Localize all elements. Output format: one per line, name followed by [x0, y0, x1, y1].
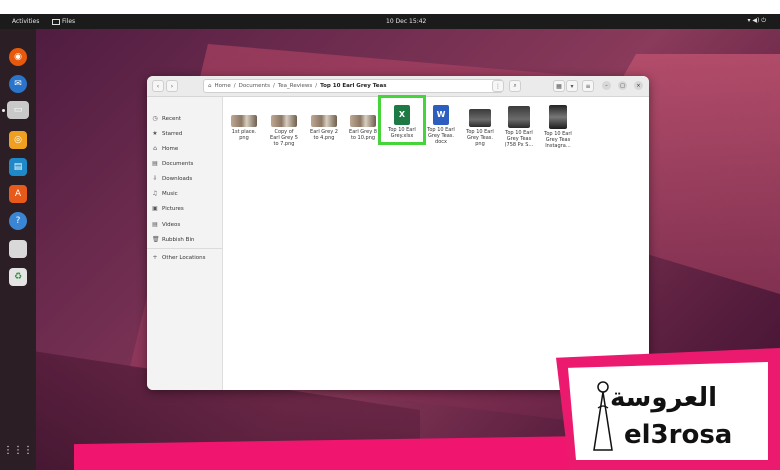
file-name: Top 10 Earl Grey Teas. png [466, 129, 494, 147]
file-item[interactable]: Top 10 Earl Grey Teas. png [461, 105, 499, 147]
view-toggle-button[interactable]: ▦ [553, 80, 565, 92]
back-button[interactable]: ‹ [152, 80, 164, 92]
plus-icon: + [152, 254, 158, 261]
software-icon[interactable]: A [9, 185, 27, 203]
maximize-button[interactable]: □ [618, 81, 627, 90]
home-icon: ⌂ [153, 145, 157, 152]
path-separator: / [315, 83, 318, 89]
image-thumbnail [469, 109, 491, 127]
sidebar-item-pictures[interactable]: ▣ Pictures [152, 205, 184, 212]
file-name: Top 10 Earl Grey Teas. docx [427, 127, 455, 145]
file-name: Top 10 Earl Grey Teas Instagra… [544, 131, 572, 149]
sidebar: ◷ Recent ★ Starred ⌂ Home ▤ Documents ⇩ Downl… [147, 97, 223, 390]
drive-icon[interactable] [9, 240, 27, 258]
path-home[interactable]: Home [215, 83, 231, 89]
sidebar-item-music[interactable]: ♫ Music [152, 190, 178, 197]
star-icon: ★ [152, 130, 158, 137]
file-name: Earl Grey 8 to 10.png [349, 129, 377, 141]
file-item[interactable]: W Top 10 Earl Grey Teas. docx [422, 105, 460, 145]
document-icon: ▤ [152, 160, 158, 167]
dock: ◉ ✉ ▭ ◎ ▤ A ? ♻ ⋮⋮⋮ [0, 29, 36, 470]
clock-icon: ◷ [152, 115, 158, 122]
system-tray[interactable]: ▾ ◀) ⏻ [747, 17, 766, 25]
path-documents[interactable]: Documents [239, 83, 270, 89]
image-thumbnail [350, 115, 376, 127]
sidebar-item-home[interactable]: ⌂ Home [152, 145, 178, 152]
sidebar-item-label: Other Locations [162, 254, 206, 261]
search-button[interactable]: ⌕ [509, 80, 521, 92]
app-menu[interactable]: Files [52, 18, 75, 25]
sidebar-item-starred[interactable]: ★ Starred [152, 130, 182, 137]
file-item[interactable]: Top 10 Earl Grey Teas Instagra… [539, 105, 577, 149]
path-separator: / [272, 83, 275, 89]
image-thumbnail [231, 115, 257, 127]
sidebar-item-videos[interactable]: ▤ Videos [152, 221, 180, 228]
close-button[interactable]: × [634, 81, 643, 90]
file-item[interactable]: 1st place. png [225, 105, 263, 141]
sidebar-item-label: Downloads [162, 175, 193, 182]
rhythmbox-icon[interactable]: ◎ [9, 131, 27, 149]
download-icon: ⇩ [152, 175, 158, 182]
clock[interactable]: 10 Dec 15:42 [386, 18, 426, 25]
sidebar-item-rubbish-bin[interactable]: 🗑 Rubbish Bin [152, 236, 194, 243]
image-thumbnail [508, 106, 530, 128]
music-icon: ♫ [152, 190, 158, 197]
path-bar[interactable]: ⌂ Home / Documents / Tea_Reviews / Top 1… [203, 79, 503, 93]
sidebar-item-label: Rubbish Bin [162, 236, 195, 243]
show-apps-icon[interactable]: ⋮⋮⋮ [3, 441, 33, 459]
header-bar: ‹ › ⌂ Home / Documents / Tea_Reviews / T… [147, 76, 649, 97]
file-name: Copy of Earl Grey 5 to 7.png [270, 129, 298, 147]
sidebar-item-label: Documents [162, 160, 194, 167]
file-name: 1st place. png [231, 129, 257, 141]
thunderbird-icon[interactable]: ✉ [9, 75, 27, 93]
app-name: Files [62, 18, 76, 25]
picture-icon: ▣ [152, 205, 158, 212]
file-view: 1st place. png Copy of Earl Grey 5 to 7.… [223, 97, 649, 390]
sidebar-item-label: Videos [162, 221, 181, 228]
file-item[interactable]: Copy of Earl Grey 5 to 7.png [265, 105, 303, 147]
firefox-icon[interactable]: ◉ [9, 48, 27, 66]
path-tea-reviews[interactable]: Tea_Reviews [278, 83, 312, 89]
file-item[interactable]: Earl Grey 8 to 10.png [344, 105, 382, 141]
video-icon: ▤ [152, 221, 158, 228]
path-current[interactable]: Top 10 Earl Grey Teas [320, 83, 386, 89]
sidebar-item-recent[interactable]: ◷ Recent [152, 115, 181, 122]
top-bar: Activities Files 10 Dec 15:42 ▾ ◀) ⏻ [0, 14, 780, 29]
watermark-latin: el3rosa [624, 420, 733, 450]
minimize-button[interactable]: – [602, 81, 611, 90]
menu-button[interactable]: ≡ [582, 80, 594, 92]
sidebar-item-downloads[interactable]: ⇩ Downloads [152, 175, 192, 182]
activities-button[interactable]: Activities [12, 18, 39, 25]
image-thumbnail [549, 105, 567, 129]
file-item[interactable]: Earl Grey 2 to 4.png [305, 105, 343, 141]
image-thumbnail [271, 115, 297, 127]
home-icon: ⌂ [208, 83, 212, 89]
sidebar-item-label: Home [162, 145, 179, 152]
file-item[interactable]: Top 10 Earl Grey Teas (758 Px S… [500, 105, 538, 148]
selection-highlight [378, 95, 426, 145]
files-icon[interactable]: ▭ [7, 101, 29, 119]
writer-icon[interactable]: ▤ [9, 158, 27, 176]
help-icon[interactable]: ? [9, 212, 27, 230]
sidebar-divider [147, 248, 222, 249]
trash-icon: 🗑 [152, 236, 160, 243]
file-name: Earl Grey 2 to 4.png [310, 129, 338, 141]
sidebar-item-label: Starred [162, 130, 183, 137]
watermark-arabic: العروسة [610, 383, 718, 413]
more-options-button[interactable]: ⋮ [492, 80, 504, 92]
sidebar-item-label: Recent [162, 115, 182, 122]
sidebar-item-label: Music [162, 190, 178, 197]
active-indicator [2, 109, 5, 112]
sidebar-item-label: Pictures [162, 205, 184, 212]
image-thumbnail [311, 115, 337, 127]
sidebar-item-other-locations[interactable]: + Other Locations [152, 254, 206, 261]
sidebar-item-documents[interactable]: ▤ Documents [152, 160, 193, 167]
path-separator: / [233, 83, 236, 89]
word-document-icon: W [433, 105, 449, 125]
forward-button[interactable]: › [166, 80, 178, 92]
trash-icon[interactable]: ♻ [9, 268, 27, 286]
folder-icon [52, 18, 60, 25]
file-name: Top 10 Earl Grey Teas (758 Px S… [504, 130, 534, 148]
view-options-button[interactable]: ▾ [566, 80, 578, 92]
